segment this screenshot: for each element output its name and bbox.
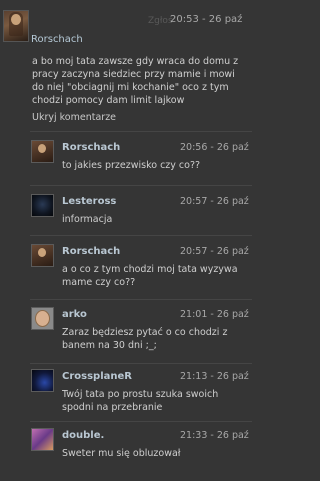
reply-timestamp: 21:33 - 26 paź (180, 430, 249, 441)
reply-item: double. 21:33 - 26 paź Sweter mu się obl… (26, 421, 252, 481)
comment-timestamp: 20:53 - 26 paź (170, 14, 243, 25)
reply-timestamp: 20:56 - 26 paź (180, 142, 249, 153)
comment-text-line: pracy zaczyna siedziec przy mamie i mowi (32, 69, 235, 80)
reply-text-line: informacja (62, 214, 113, 225)
divider (30, 185, 252, 186)
reply-text: Zaraz będziesz pytać o co chodzi z banem… (62, 326, 252, 352)
reply-text-line: a o co z tym chodzi moj tata wyzywa (62, 264, 238, 275)
divider (30, 131, 252, 132)
reply-item: CrossplaneR 21:13 - 26 paź Twój tata po … (26, 362, 252, 422)
report-link[interactable]: Zgłoś (148, 16, 173, 26)
reply-text-line: Twój tata po prostu szuka swoich (62, 389, 219, 400)
divider (30, 235, 252, 236)
rorschach-avatar[interactable] (31, 244, 54, 267)
reply-timestamp: 20:57 - 26 paź (180, 246, 249, 257)
reply-author[interactable]: CrossplaneR (62, 371, 132, 382)
reply-timestamp: 21:13 - 26 paź (180, 371, 249, 382)
comment-text: a bo moj tata zawsze gdy wraca do domu z… (32, 55, 252, 107)
reply-author[interactable]: double. (62, 430, 104, 441)
comment-text-line: chodzi pomocy dam limit lajkow (32, 95, 185, 106)
comment-text-line: do niej "obciagnij mi kochanie" oco z ty… (32, 82, 229, 93)
reply-text-line: banem na 30 dni ;_; (62, 340, 157, 351)
reply-item: Rorschach 20:57 - 26 paź a o co z tym ch… (26, 237, 252, 297)
reply-author[interactable]: Rorschach (62, 142, 120, 153)
reply-text-line: spodni na przebranie (62, 402, 163, 413)
reply-text: to jakies przezwisko czy co?? (62, 159, 252, 172)
double-avatar[interactable] (31, 428, 54, 451)
reply-text-line: Zaraz będziesz pytać o co chodzi z (62, 327, 228, 338)
reply-item: arko 21:01 - 26 paź Zaraz będziesz pytać… (26, 300, 252, 360)
reply-text-line: Sweter mu się obluzował (62, 448, 181, 459)
reply-author[interactable]: Rorschach (62, 246, 120, 257)
rorschach-avatar[interactable] (31, 140, 54, 163)
reply-text-line: to jakies przezwisko czy co?? (62, 160, 201, 171)
comment-author[interactable]: Rorschach (31, 34, 83, 45)
crossplaner-avatar[interactable] (31, 369, 54, 392)
reply-text: informacja (62, 213, 252, 226)
reply-text: Twój tata po prostu szuka swoich spodni … (62, 388, 252, 414)
comment-avatar[interactable] (3, 10, 29, 42)
comment-text-line: a bo moj tata zawsze gdy wraca do domu z (32, 56, 239, 67)
reply-text-line: mame czy co?? (62, 277, 136, 288)
reply-author[interactable]: Lesteross (62, 196, 116, 207)
reply-timestamp: 21:01 - 26 paź (180, 309, 249, 320)
reply-text: Sweter mu się obluzował (62, 447, 252, 460)
arko-avatar[interactable] (31, 307, 54, 330)
reply-item: Rorschach 20:56 - 26 paź to jakies przez… (26, 133, 252, 193)
reply-text: a o co z tym chodzi moj tata wyzywa mame… (62, 263, 252, 289)
reply-timestamp: 20:57 - 26 paź (180, 196, 249, 207)
reply-author[interactable]: arko (62, 309, 87, 320)
lesteross-avatar[interactable] (31, 194, 54, 217)
hide-comments-link[interactable]: Ukryj komentarze (32, 112, 116, 123)
